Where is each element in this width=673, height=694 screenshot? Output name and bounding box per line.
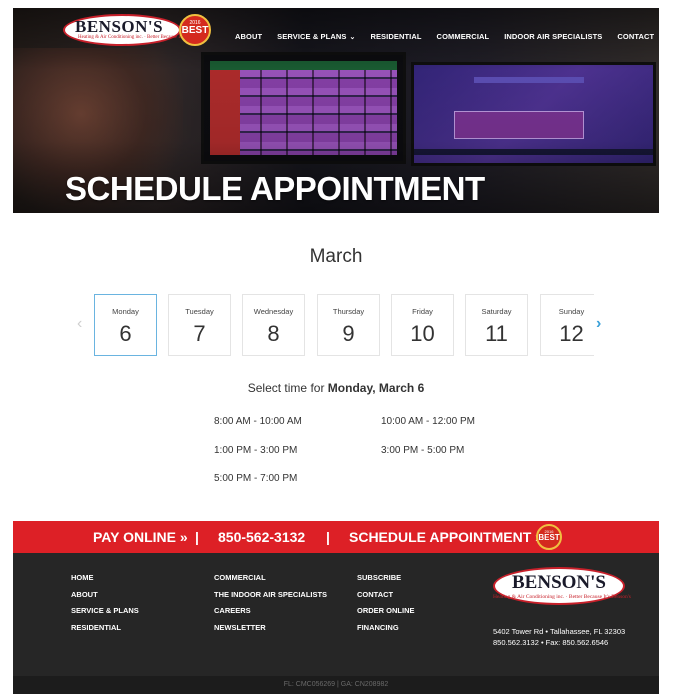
day-name: Tuesday (185, 307, 214, 316)
day-date: 9 (342, 321, 355, 346)
footer-link-commercial[interactable]: COMMERCIAL (214, 570, 327, 587)
day-name: Wednesday (253, 307, 294, 316)
site-logo[interactable]: BENSON'S Heating & Air Conditioning inc.… (63, 14, 213, 48)
logo-name: BENSON'S (75, 17, 164, 36)
license-bar: FL: CMC056269 | GA: CN208982 (13, 676, 659, 694)
day-date: 8 (267, 321, 280, 346)
time-slot[interactable]: 5:00 PM - 7:00 PM (214, 473, 297, 484)
day-date: 12 (559, 321, 584, 346)
nav-service-plans-label: SERVICE & PLANS (277, 32, 347, 41)
footer-links-col-2: COMMERCIAL THE INDOOR AIR SPECIALISTS CA… (214, 570, 327, 636)
best-award-badge: 2016 BEST (179, 14, 211, 46)
day-name: Monday (112, 307, 139, 316)
select-time-heading: Select time for Monday, March 6 (13, 381, 659, 395)
best-award-badge: 2016 BEST (536, 524, 562, 550)
time-slot[interactable]: 8:00 AM - 10:00 AM (214, 416, 302, 427)
footer-links-col-1: HOME ABOUT SERVICE & PLANS RESIDENTIAL (71, 570, 139, 636)
schedule-appointment-link[interactable]: SCHEDULE APPOINTMENT » (349, 529, 543, 545)
cta-separator: | (326, 529, 330, 545)
day-date: 11 (485, 321, 508, 346)
cta-bar: PAY ONLINE » | 850-562-3132 | SCHEDULE A… (13, 521, 659, 553)
footer-link-residential[interactable]: RESIDENTIAL (71, 620, 139, 637)
footer-link-contact[interactable]: CONTACT (357, 587, 415, 604)
nav-residential[interactable]: RESIDENTIAL (370, 32, 421, 41)
day-card-tuesday[interactable]: Tuesday 7 (168, 294, 231, 356)
logo-name: BENSON'S (512, 572, 606, 593)
day-date: 7 (193, 321, 206, 346)
badge-text: BEST (538, 533, 560, 542)
day-picker: Monday 6 Tuesday 7 Wednesday 8 Thursday … (94, 294, 594, 358)
footer-link-about[interactable]: ABOUT (71, 587, 139, 604)
nav-commercial[interactable]: COMMERCIAL (437, 32, 490, 41)
nav-indoor-air-specialists[interactable]: INDOOR AIR SPECIALISTS (504, 32, 602, 41)
license-text: FL: CMC056269 | GA: CN208982 (283, 681, 389, 688)
address-line: 5402 Tower Rd • Tallahassee, FL 32303 (493, 627, 626, 636)
badge-text: BEST (181, 25, 209, 36)
cta-separator: | (195, 529, 199, 545)
footer-link-subscribe[interactable]: SUBSCRIBE (357, 570, 415, 587)
footer-address: 5402 Tower Rd • Tallahassee, FL 32303 85… (493, 627, 653, 648)
day-card-saturday[interactable]: Saturday 11 (465, 294, 528, 356)
chevron-right-icon[interactable]: › (596, 315, 601, 333)
phone-fax-line: 850.562.3132 • Fax: 850.562.6546 (493, 637, 609, 647)
footer-link-order-online[interactable]: ORDER ONLINE (357, 603, 415, 620)
day-name: Sunday (558, 307, 585, 316)
site-footer: HOME ABOUT SERVICE & PLANS RESIDENTIAL C… (13, 553, 659, 676)
footer-links-col-3: SUBSCRIBE CONTACT ORDER ONLINE FINANCING (357, 570, 415, 636)
footer-link-newsletter[interactable]: NEWSLETTER (214, 620, 327, 637)
time-slot[interactable]: 1:00 PM - 3:00 PM (214, 445, 297, 456)
day-card-friday[interactable]: Friday 10 (391, 294, 454, 356)
day-name: Friday (412, 307, 433, 316)
day-card-wednesday[interactable]: Wednesday 8 (242, 294, 305, 356)
time-slot[interactable]: 3:00 PM - 5:00 PM (381, 445, 464, 456)
day-date: 6 (119, 321, 132, 346)
footer-link-service-plans[interactable]: SERVICE & PLANS (71, 603, 139, 620)
day-name: Saturday (481, 307, 512, 316)
logo-tagline: Heating & Air Conditioning inc. · Better… (493, 594, 631, 600)
nav-contact[interactable]: CONTACT (617, 32, 654, 41)
day-card-thursday[interactable]: Thursday 9 (317, 294, 380, 356)
footer-link-home[interactable]: HOME (71, 570, 139, 587)
day-name: Thursday (332, 307, 365, 316)
select-time-prefix: Select time for (247, 381, 328, 395)
selected-day-label: Monday, March 6 (327, 381, 425, 395)
time-slot[interactable]: 10:00 AM - 12:00 PM (381, 416, 475, 427)
footer-link-financing[interactable]: FINANCING (357, 620, 415, 637)
footer-logo[interactable]: BENSON'S Heating & Air Conditioning inc.… (493, 567, 631, 607)
chevron-down-icon: ⌄ (349, 34, 356, 41)
footer-link-indoor-air-specialists[interactable]: THE INDOOR AIR SPECIALISTS (214, 587, 327, 604)
nav-about[interactable]: ABOUT (235, 32, 262, 41)
nav-service-plans[interactable]: SERVICE & PLANS ⌄ (277, 32, 355, 41)
page-title: SCHEDULE APPOINTMENT (65, 170, 485, 207)
day-card-sunday[interactable]: Sunday 12 (540, 294, 594, 356)
day-date: 10 (410, 321, 435, 346)
phone-link[interactable]: 850-562-3132 (218, 529, 305, 545)
day-card-monday[interactable]: Monday 6 (94, 294, 157, 356)
page: BENSON'S Heating & Air Conditioning inc.… (13, 8, 659, 694)
hero-banner: BENSON'S Heating & Air Conditioning inc.… (13, 8, 659, 213)
pay-online-link[interactable]: PAY ONLINE » (93, 529, 188, 545)
main-nav: ABOUT SERVICE & PLANS ⌄ RESIDENTIAL COMME… (235, 32, 659, 41)
chevron-left-icon[interactable]: ‹ (77, 315, 82, 333)
calendar-month: March (309, 246, 363, 267)
footer-link-careers[interactable]: CAREERS (214, 603, 327, 620)
